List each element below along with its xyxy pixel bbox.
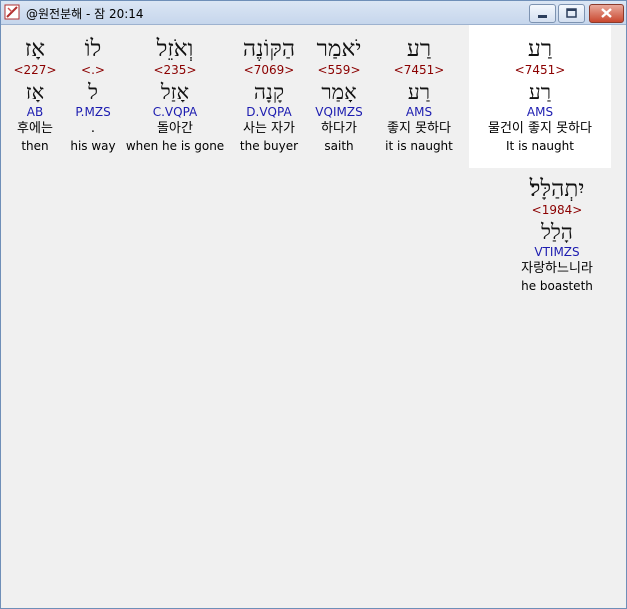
korean-gloss: 좋지 못하다 bbox=[387, 121, 451, 136]
korean-gloss: 하다가 bbox=[321, 121, 357, 136]
maximize-icon bbox=[566, 8, 577, 18]
hebrew-lemma: ל bbox=[88, 80, 98, 104]
english-gloss: saith bbox=[324, 139, 354, 153]
hebrew-word: יֹאמַר bbox=[316, 36, 362, 62]
parsing-code: C.VQPA bbox=[152, 105, 198, 119]
korean-gloss: 자랑하느니라 bbox=[521, 261, 593, 276]
hebrew-lemma: הָלַל bbox=[541, 220, 573, 244]
english-gloss: the buyer bbox=[239, 139, 299, 153]
close-button[interactable] bbox=[589, 4, 624, 23]
strong-number: <559> bbox=[317, 63, 361, 77]
parsing-code: VTIMZS bbox=[534, 245, 580, 259]
hebrew-word: הַקּוֹנֶה bbox=[242, 36, 296, 62]
word-block[interactable]: לוֹ <.> ל P.MZS . his way bbox=[66, 35, 120, 155]
korean-gloss: 사는 자가 bbox=[243, 121, 295, 136]
korean-gloss: 물건이 좋지 못하다 bbox=[488, 121, 592, 136]
korean-gloss: 후에는 bbox=[17, 121, 53, 136]
parsing-code: VQIMZS bbox=[315, 105, 363, 119]
word-block[interactable]: אָז <227> אָז AB 후에는 then bbox=[10, 35, 60, 155]
word-block[interactable]: יֹאמַר <559> אָמַר VQIMZS 하다가 saith bbox=[307, 35, 371, 155]
strong-number: <227> bbox=[13, 63, 57, 77]
strong-number: <7069> bbox=[243, 63, 295, 77]
maximize-button[interactable] bbox=[558, 4, 585, 23]
hebrew-word: רַע bbox=[406, 36, 432, 62]
minimize-icon bbox=[538, 15, 547, 18]
parsing-code: D.VQPA bbox=[246, 105, 292, 119]
english-gloss: it is naught bbox=[385, 139, 453, 153]
title-bar[interactable]: @원전분해 - 잠 20:14 bbox=[1, 1, 626, 25]
english-gloss: he boasteth bbox=[521, 279, 593, 293]
strong-number: <7451> bbox=[514, 63, 566, 77]
hebrew-lemma: אָז bbox=[25, 80, 45, 104]
word-block[interactable]: וְאֹזֵל <235> אָזַל C.VQPA 돌아간 when he i… bbox=[125, 35, 225, 155]
app-window: @원전분해 - 잠 20:14 רַע <7451> רַע AMS 물건이 좋… bbox=[0, 0, 627, 609]
hebrew-lemma: רַע bbox=[528, 80, 552, 104]
hebrew-word: וְאֹזֵל bbox=[156, 36, 194, 62]
window-title: @원전분해 - 잠 20:14 bbox=[26, 7, 144, 21]
english-gloss: when he is gone bbox=[125, 139, 225, 153]
hebrew-word: אָז bbox=[24, 36, 46, 62]
word-block[interactable]: יִתְהַלָּל׃ <1984> הָלַל VTIMZS 자랑하느니라 h… bbox=[502, 175, 612, 295]
minimize-button[interactable] bbox=[529, 4, 556, 23]
parsing-code: AMS bbox=[405, 105, 433, 119]
strong-number: <7451> bbox=[393, 63, 445, 77]
korean-gloss: . bbox=[90, 121, 96, 136]
word-block[interactable]: רַע <7451> רַע AMS 좋지 못하다 it is naught bbox=[379, 35, 459, 155]
hebrew-lemma: אָזַל bbox=[160, 80, 190, 104]
close-icon bbox=[601, 8, 612, 18]
hebrew-lemma: קָנָה bbox=[253, 80, 285, 104]
hebrew-lemma: אָמַר bbox=[321, 80, 357, 104]
strong-number: <235> bbox=[153, 63, 197, 77]
hebrew-word: יִתְהַלָּל׃ bbox=[529, 176, 585, 202]
word-block[interactable]: הַקּוֹנֶה <7069> קָנָה D.VQPA 사는 자가 the … bbox=[232, 35, 306, 155]
interlinear-panel: רַע <7451> רַע AMS 물건이 좋지 못하다 It is naug… bbox=[4, 25, 623, 605]
word-block-selected[interactable]: רַע <7451> רַע AMS 물건이 좋지 못하다 It is naug… bbox=[470, 35, 610, 155]
app-icon bbox=[4, 4, 20, 20]
strong-number: <.> bbox=[81, 63, 105, 77]
english-gloss: his way bbox=[70, 139, 116, 153]
hebrew-lemma: רַע bbox=[407, 80, 431, 104]
parsing-code: P.MZS bbox=[75, 105, 111, 119]
parsing-code: AB bbox=[26, 105, 44, 119]
hebrew-word: רַע bbox=[527, 36, 553, 62]
korean-gloss: 돌아간 bbox=[157, 121, 193, 136]
parsing-code: AMS bbox=[526, 105, 554, 119]
strong-number: <1984> bbox=[531, 203, 583, 217]
hebrew-word: לוֹ bbox=[84, 36, 102, 62]
english-gloss: It is naught bbox=[506, 139, 574, 153]
english-gloss: then bbox=[21, 139, 49, 153]
